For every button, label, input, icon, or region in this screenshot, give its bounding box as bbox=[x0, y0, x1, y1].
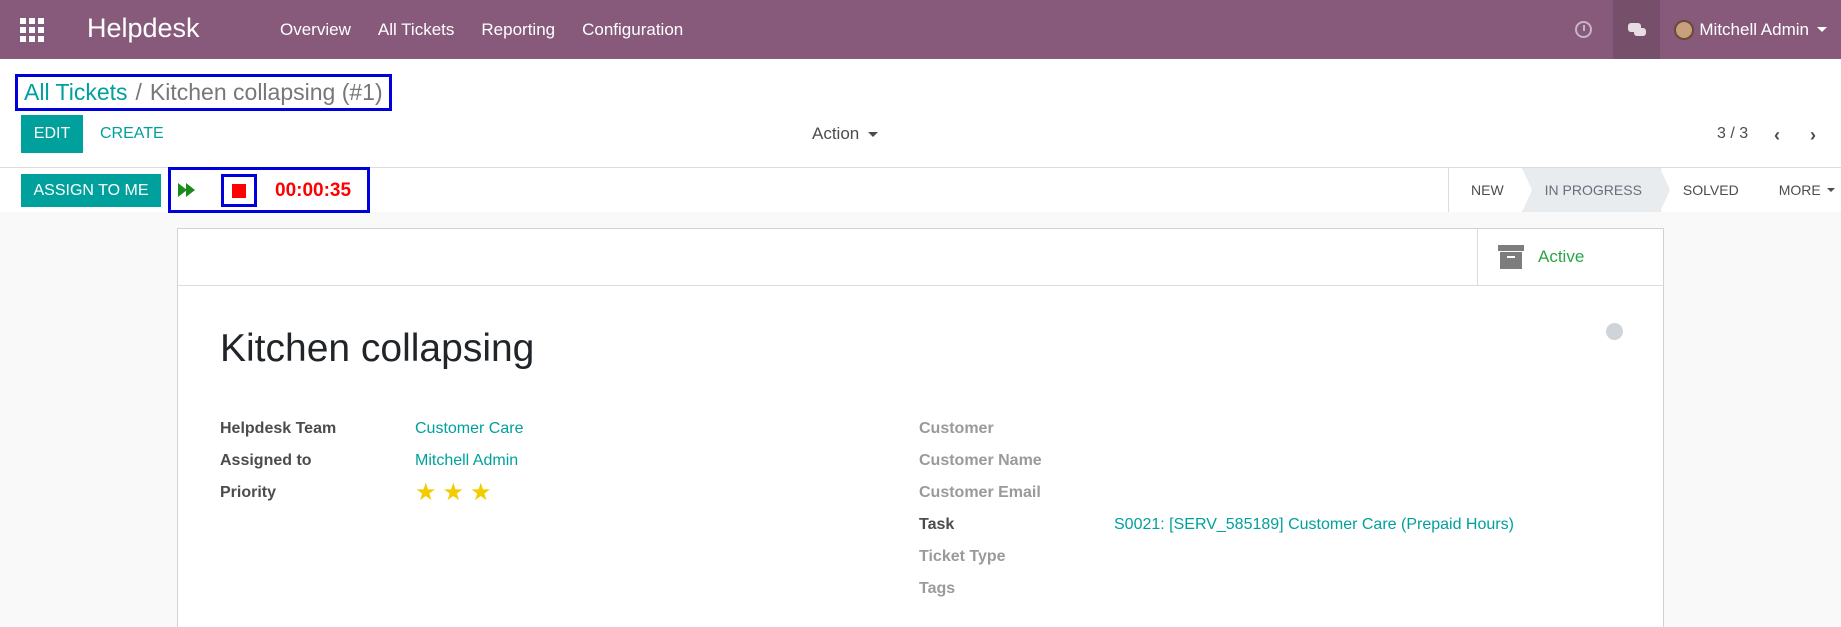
field-row: Customer Name bbox=[919, 445, 1619, 477]
activity-clock-icon[interactable] bbox=[1554, 0, 1613, 59]
field-row: Priority ★ ★ ★ bbox=[220, 477, 820, 509]
status-bar: ASSIGN TO ME 00:00:35 NEW IN PROGRESS SO… bbox=[0, 167, 1841, 213]
breadcrumb-current: Kitchen collapsing (#1) bbox=[149, 79, 383, 105]
field-label: Customer Email bbox=[919, 484, 1041, 501]
breadcrumb-all-tickets[interactable]: All Tickets bbox=[24, 79, 128, 106]
button-box: Active bbox=[178, 229, 1663, 286]
assigned-to-value[interactable]: Mitchell Admin bbox=[415, 452, 518, 470]
control-panel: All Tickets / Kitchen collapsing (#1) ED… bbox=[0, 59, 1841, 213]
active-label: Active bbox=[1538, 247, 1585, 266]
timer-widget: 00:00:35 bbox=[168, 167, 370, 213]
field-label: Customer bbox=[919, 420, 994, 437]
menu-reporting[interactable]: Reporting bbox=[481, 20, 555, 40]
field-row: Ticket Type bbox=[919, 541, 1619, 573]
stop-icon bbox=[232, 183, 246, 198]
timer-display: 00:00:35 bbox=[275, 180, 352, 201]
menu-configuration[interactable]: Configuration bbox=[582, 20, 683, 40]
stage-new[interactable]: NEW bbox=[1448, 168, 1532, 212]
field-label: Tags bbox=[919, 580, 956, 597]
chevron-right-icon[interactable]: › bbox=[1803, 125, 1823, 145]
star-icon[interactable]: ★ bbox=[470, 481, 492, 505]
stage-pipeline: NEW IN PROGRESS SOLVED MORE bbox=[1448, 168, 1841, 212]
field-label: Priority bbox=[220, 484, 277, 501]
pager-value[interactable]: 3 / 3 bbox=[1717, 125, 1748, 143]
helpdesk-team-value[interactable]: Customer Care bbox=[415, 420, 523, 438]
caret-down-icon bbox=[1826, 188, 1835, 192]
action-label: Action bbox=[812, 124, 860, 143]
main-menu: Overview All Tickets Reporting Configura… bbox=[280, 20, 710, 40]
assign-to-me-button[interactable]: ASSIGN TO ME bbox=[21, 174, 161, 207]
ticket-title: Kitchen collapsing bbox=[220, 327, 535, 370]
user-menu[interactable]: Mitchell Admin bbox=[1660, 0, 1841, 59]
kanban-state-indicator[interactable] bbox=[1606, 323, 1623, 340]
field-row: Task S0021: [SERV_585189] Customer Care … bbox=[919, 509, 1619, 541]
more-label: MORE bbox=[1778, 182, 1821, 198]
breadcrumb-separator: / bbox=[135, 79, 142, 105]
archive-icon bbox=[1498, 245, 1524, 269]
systray: Mitchell Admin bbox=[1554, 0, 1841, 59]
fast-forward-icon[interactable] bbox=[178, 183, 196, 197]
top-navbar: Helpdesk Overview All Tickets Reporting … bbox=[0, 0, 1841, 59]
app-brand[interactable]: Helpdesk bbox=[87, 13, 200, 44]
stage-more-dropdown[interactable]: MORE bbox=[1757, 168, 1841, 212]
edit-button[interactable]: EDIT bbox=[21, 115, 83, 153]
caret-down-icon bbox=[1817, 27, 1827, 32]
field-label: Assigned to bbox=[220, 452, 312, 469]
apps-menu-icon[interactable] bbox=[20, 18, 44, 42]
chevron-left-icon[interactable]: ‹ bbox=[1767, 125, 1787, 145]
stage-in-progress[interactable]: IN PROGRESS bbox=[1521, 168, 1671, 212]
active-toggle-button[interactable]: Active bbox=[1477, 229, 1663, 285]
menu-all-tickets[interactable]: All Tickets bbox=[378, 20, 455, 40]
stop-timer-button[interactable] bbox=[221, 174, 257, 207]
star-icon[interactable]: ★ bbox=[443, 481, 465, 505]
field-row: Assigned to Mitchell Admin bbox=[220, 445, 820, 477]
stage-solved[interactable]: SOLVED bbox=[1659, 168, 1767, 212]
create-button[interactable]: CREATE bbox=[100, 115, 164, 153]
user-name: Mitchell Admin bbox=[1699, 19, 1809, 39]
field-label: Task bbox=[919, 516, 955, 533]
right-field-group: Customer Customer Name Customer Email Ta… bbox=[919, 413, 1619, 605]
task-value[interactable]: S0021: [SERV_585189] Customer Care (Prep… bbox=[1114, 516, 1514, 534]
field-label: Ticket Type bbox=[919, 548, 1006, 565]
star-icon[interactable]: ★ bbox=[415, 481, 437, 505]
field-label: Helpdesk Team bbox=[220, 420, 337, 437]
action-dropdown[interactable]: Action bbox=[812, 124, 879, 144]
caret-down-icon bbox=[868, 131, 879, 137]
field-row: Customer Email bbox=[919, 477, 1619, 509]
field-row: Customer bbox=[919, 413, 1619, 445]
priority-stars: ★ ★ ★ bbox=[415, 481, 492, 505]
field-row: Helpdesk Team Customer Care bbox=[220, 413, 820, 445]
menu-overview[interactable]: Overview bbox=[280, 20, 351, 40]
avatar bbox=[1674, 19, 1695, 40]
field-row: Tags bbox=[919, 573, 1619, 605]
messaging-chat-icon[interactable] bbox=[1613, 0, 1661, 59]
left-field-group: Helpdesk Team Customer Care Assigned to … bbox=[220, 413, 820, 509]
form-sheet: Active Kitchen collapsing Helpdesk Team … bbox=[177, 228, 1664, 627]
field-label: Customer Name bbox=[919, 452, 1042, 469]
breadcrumb: All Tickets / Kitchen collapsing (#1) bbox=[15, 74, 392, 111]
